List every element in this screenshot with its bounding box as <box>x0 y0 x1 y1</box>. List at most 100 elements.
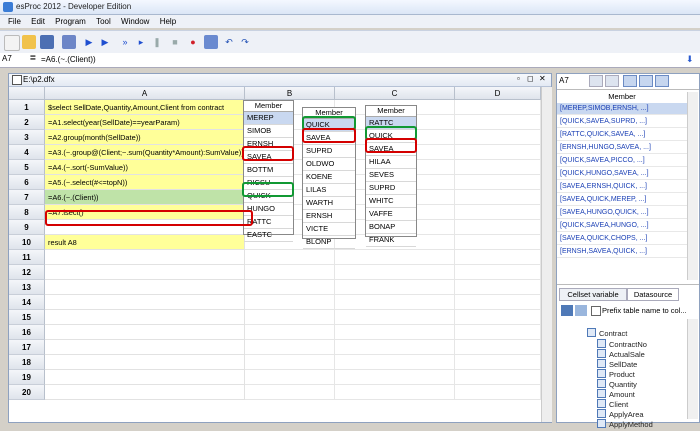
member-list-item[interactable]: [SAVEA,QUICK,MEREP, ...] <box>557 194 687 206</box>
row-header[interactable]: 6 <box>9 175 45 190</box>
member-row[interactable]: KOENE <box>303 171 355 184</box>
cell-a[interactable]: result A8 <box>45 235 245 250</box>
cell[interactable] <box>455 160 541 175</box>
menu-help[interactable]: Help <box>160 17 176 26</box>
copy-value-icon[interactable] <box>623 75 637 87</box>
member-row[interactable]: VICTE <box>303 223 355 236</box>
cell[interactable] <box>455 355 541 370</box>
cell[interactable] <box>455 100 541 115</box>
cell-a[interactable]: =A1.select(year(SellDate)==yearParam) <box>45 115 245 130</box>
cell-a[interactable]: $select SellDate,Quantity,Amount,Client … <box>45 100 245 115</box>
member-row[interactable]: FRANK <box>366 234 416 247</box>
member-row[interactable]: BLONP <box>303 236 355 249</box>
member-row[interactable]: VAFFE <box>366 208 416 221</box>
tree-field[interactable]: Amount <box>597 389 635 399</box>
row-header[interactable]: 2 <box>9 115 45 130</box>
column-header-c[interactable]: C <box>335 87 455 100</box>
member-row[interactable]: LILAS <box>303 184 355 197</box>
member-row[interactable]: BOTTM <box>244 164 293 177</box>
cell[interactable] <box>245 340 335 355</box>
cell[interactable] <box>245 355 335 370</box>
row-header[interactable]: 12 <box>9 265 45 280</box>
member-list-item[interactable]: [RATTC,QUICK,SAVEA, ...] <box>557 129 687 141</box>
member-list-item[interactable]: [SAVEA,HUNGO,QUICK, ...] <box>557 207 687 219</box>
debug-icon[interactable]: ▶ <box>98 35 112 49</box>
member-list-item[interactable]: [QUICK,HUNGO,SAVEA, ...] <box>557 168 687 180</box>
cell[interactable] <box>335 355 455 370</box>
cell[interactable] <box>455 370 541 385</box>
save-icon[interactable] <box>40 35 54 49</box>
new-file-icon[interactable] <box>4 35 20 51</box>
member-row[interactable]: OLDWO <box>303 158 355 171</box>
cell-a[interactable] <box>45 250 245 265</box>
cell-a[interactable] <box>45 325 245 340</box>
cell-a[interactable]: =A5.(~.select(#<=topN)) <box>45 175 245 190</box>
column-header-b[interactable]: B <box>245 87 335 100</box>
cell[interactable] <box>455 175 541 190</box>
cell[interactable] <box>455 205 541 220</box>
menu-file[interactable]: File <box>8 17 21 26</box>
member-row[interactable]: SEVES <box>366 169 416 182</box>
cell[interactable] <box>245 310 335 325</box>
maximize-icon[interactable]: ◻ <box>527 74 534 83</box>
step-over-icon[interactable]: ▸ <box>134 35 148 49</box>
cell[interactable] <box>245 295 335 310</box>
cell[interactable] <box>455 130 541 145</box>
member-list-item[interactable]: [QUICK,SAVEA,PICCO, ...] <box>557 155 687 167</box>
cell-a[interactable]: =A4.(~.sort(-SumValue)) <box>45 160 245 175</box>
stop-icon[interactable]: ■ <box>168 35 182 49</box>
cell[interactable] <box>335 340 455 355</box>
restore-icon[interactable]: ▫ <box>517 74 520 83</box>
cell[interactable] <box>455 265 541 280</box>
cell[interactable] <box>245 265 335 280</box>
member-row[interactable]: SIMOB <box>244 125 293 138</box>
menu-program[interactable]: Program <box>55 17 86 26</box>
cell-a[interactable] <box>45 385 245 400</box>
back-icon[interactable] <box>589 75 603 87</box>
row-header[interactable]: 14 <box>9 295 45 310</box>
row-header[interactable]: 4 <box>9 145 45 160</box>
row-header[interactable]: 19 <box>9 370 45 385</box>
corner-header[interactable] <box>9 87 45 100</box>
row-header[interactable]: 15 <box>9 310 45 325</box>
cell[interactable] <box>335 295 455 310</box>
open-folder-icon[interactable] <box>22 35 36 49</box>
tree-field[interactable]: ApplyArea <box>597 409 644 419</box>
row-header[interactable]: 16 <box>9 325 45 340</box>
member-list-item[interactable]: [QUICK,SAVEA,SUPRD, ...] <box>557 116 687 128</box>
datasource-back-icon[interactable] <box>561 305 573 316</box>
tree-field[interactable]: ApplyMethod <box>597 419 653 429</box>
save-all-icon[interactable] <box>62 35 76 49</box>
cell-a[interactable]: =A3.(~.group@(Client;~.sum(Quantity*Amou… <box>45 145 245 160</box>
tree-field[interactable]: ContractNo <box>597 339 647 349</box>
member-row[interactable]: WHITC <box>366 195 416 208</box>
tree-field[interactable]: ActualSale <box>597 349 645 359</box>
row-header[interactable]: 8 <box>9 205 45 220</box>
cell[interactable] <box>455 280 541 295</box>
row-header[interactable]: 20 <box>9 385 45 400</box>
row-header[interactable]: 11 <box>9 250 45 265</box>
row-header[interactable]: 3 <box>9 130 45 145</box>
formula-expand-icon[interactable]: ⬇ <box>686 54 694 65</box>
cell[interactable] <box>245 370 335 385</box>
row-header[interactable]: 18 <box>9 355 45 370</box>
member-list-item[interactable]: [ERNSH,SAVEA,QUICK, ...] <box>557 246 687 258</box>
cell[interactable] <box>245 250 335 265</box>
cell[interactable] <box>335 310 455 325</box>
tree-scrollbar[interactable] <box>687 319 698 419</box>
member-row[interactable]: HILAA <box>366 156 416 169</box>
cell[interactable] <box>245 280 335 295</box>
cell[interactable] <box>335 370 455 385</box>
cell[interactable] <box>335 250 455 265</box>
member-list-item[interactable]: [SAVEA,QUICK,CHOPS, ...] <box>557 233 687 245</box>
menu-window[interactable]: Window <box>121 17 149 26</box>
row-header[interactable]: 17 <box>9 340 45 355</box>
close-icon[interactable]: ✕ <box>539 74 546 83</box>
cell[interactable] <box>455 220 541 235</box>
pause-icon[interactable]: ❚ <box>150 35 164 49</box>
cell[interactable] <box>455 340 541 355</box>
cell[interactable] <box>335 265 455 280</box>
row-header[interactable]: 9 <box>9 220 45 235</box>
forward-icon[interactable] <box>605 75 619 87</box>
tree-field[interactable]: SellDate <box>597 359 637 369</box>
